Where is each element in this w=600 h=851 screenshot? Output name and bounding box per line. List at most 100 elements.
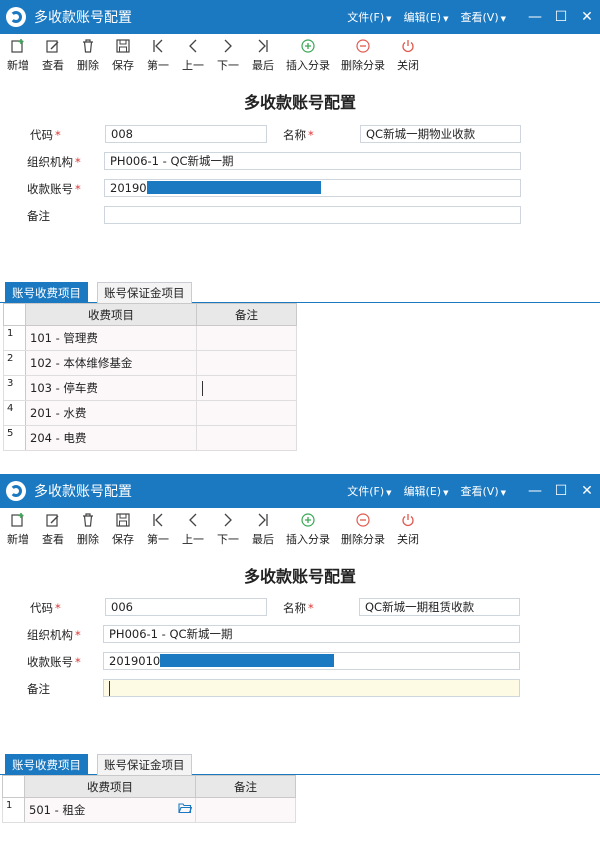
prev-button[interactable]: 上一 (181, 38, 205, 73)
fee-item-cell[interactable]: 101 - 管理费 (25, 325, 197, 351)
view-button[interactable]: 查看 (41, 512, 65, 547)
note-header: 备注 (196, 303, 297, 326)
prev-icon (185, 38, 201, 54)
account-label: 收款账号 * (27, 181, 81, 197)
name-input[interactable]: QC新城一期物业收款 (360, 125, 521, 143)
table-row[interactable]: 4 201 - 水费 (3, 400, 297, 426)
first-button[interactable]: 第一 (146, 38, 170, 73)
delete-entry-button[interactable]: 删除分录 (341, 512, 385, 547)
tab-account-deposit-items[interactable]: 账号保证金项目 (97, 282, 192, 303)
fee-item-cell[interactable]: 103 - 停车费 (25, 375, 197, 401)
insert-entry-label: 插入分录 (286, 533, 330, 546)
new-icon (10, 512, 26, 528)
trash-icon (80, 512, 96, 528)
row-number: 1 (2, 797, 25, 823)
table-row[interactable]: 3 103 - 停车费 (3, 375, 297, 401)
next-button[interactable]: 下一 (216, 38, 240, 73)
table-row[interactable]: 2 102 - 本体维修基金 (3, 350, 297, 376)
minimize-icon[interactable]: — (528, 483, 542, 499)
org-label-text: 组织机构 (27, 628, 73, 642)
maximize-icon[interactable]: ☐ (554, 483, 568, 499)
new-icon (10, 38, 26, 54)
remark-input[interactable] (104, 206, 521, 224)
caret-down-icon: ▼ (500, 15, 506, 23)
minimize-icon[interactable]: — (528, 9, 542, 25)
view-label: 查看 (42, 59, 64, 72)
note-cell[interactable] (196, 350, 297, 376)
toolbar: 新增 查看 删除 保存 第一 上一 下一 最后 插入分录 删除分录 关闭 (0, 508, 600, 548)
menu-edit-label: 编辑(E) (403, 485, 442, 498)
table-row[interactable]: 1 501 - 租金 (2, 797, 296, 823)
menu-edit[interactable]: 编辑(E) ▼ (404, 9, 449, 25)
trash-icon (80, 38, 96, 54)
title-bar: 多收款账号配置 文件(F) ▼ 编辑(E) ▼ 查看(V) ▼ — ☐ ✕ (0, 474, 600, 508)
save-button[interactable]: 保存 (111, 38, 135, 73)
org-input[interactable]: PH006-1 - QC新城一期 (103, 625, 520, 643)
note-cell[interactable] (195, 797, 296, 823)
save-button[interactable]: 保存 (111, 512, 135, 547)
prev-button[interactable]: 上一 (181, 512, 205, 547)
tab-account-deposit-items[interactable]: 账号保证金项目 (97, 754, 192, 775)
account-value: 20190 (110, 181, 147, 195)
org-label: 组织机构 * (27, 627, 81, 643)
remark-label: 备注 (27, 209, 50, 223)
view-button[interactable]: 查看 (41, 38, 65, 73)
account-input[interactable]: 2019010 (103, 652, 520, 670)
folder-icon[interactable] (178, 802, 193, 817)
power-icon (400, 38, 416, 54)
code-input[interactable]: 008 (105, 125, 267, 143)
note-cell[interactable] (196, 375, 297, 401)
fee-item-cell[interactable]: 201 - 水费 (25, 400, 197, 426)
table-row[interactable]: 1 101 - 管理费 (3, 325, 297, 351)
org-label: 组织机构 * (27, 154, 81, 170)
next-button[interactable]: 下一 (216, 512, 240, 547)
menu-view[interactable]: 查看(V) ▼ (461, 483, 507, 499)
new-label: 新增 (7, 59, 29, 72)
next-icon (220, 38, 236, 54)
delete-entry-button[interactable]: 删除分录 (341, 38, 385, 73)
power-icon (400, 512, 416, 528)
fee-item-cell[interactable]: 204 - 电费 (25, 425, 197, 451)
insert-entry-button[interactable]: 插入分录 (286, 38, 330, 73)
insert-entry-button[interactable]: 插入分录 (286, 512, 330, 547)
account-label: 收款账号 * (27, 654, 81, 670)
menu-file[interactable]: 文件(F) ▼ (347, 483, 391, 499)
window-title: 多收款账号配置 (34, 484, 132, 500)
delete-button[interactable]: 删除 (76, 512, 100, 547)
required-mark: * (55, 601, 61, 615)
note-cell[interactable] (196, 400, 297, 426)
view-label: 查看 (42, 533, 64, 546)
maximize-icon[interactable]: ☐ (554, 9, 568, 25)
first-label: 第一 (147, 533, 169, 546)
org-input[interactable]: PH006-1 - QC新城一期 (104, 152, 521, 170)
delete-button[interactable]: 删除 (76, 38, 100, 73)
last-button[interactable]: 最后 (251, 512, 275, 547)
close-button[interactable]: 关闭 (396, 512, 420, 547)
menu-view[interactable]: 查看(V) ▼ (461, 9, 507, 25)
note-cell[interactable] (196, 325, 297, 351)
close-button[interactable]: 关闭 (396, 38, 420, 73)
fee-item-cell[interactable]: 501 - 租金 (24, 797, 196, 823)
tab-account-fee-items[interactable]: 账号收费项目 (5, 282, 88, 303)
first-button[interactable]: 第一 (146, 512, 170, 547)
name-input[interactable]: QC新城一期租赁收款 (359, 598, 520, 616)
code-input[interactable]: 006 (105, 598, 267, 616)
remark-input[interactable] (103, 679, 520, 697)
menu-edit[interactable]: 编辑(E) ▼ (404, 483, 449, 499)
new-button[interactable]: 新增 (6, 38, 30, 73)
close-icon[interactable]: ✕ (580, 9, 594, 25)
tab-account-fee-items[interactable]: 账号收费项目 (5, 754, 88, 775)
window-2: 多收款账号配置 文件(F) ▼ 编辑(E) ▼ 查看(V) ▼ — ☐ ✕ 新增 查看… (0, 474, 600, 851)
row-number: 4 (3, 400, 26, 426)
menu-file-label: 文件(F) (347, 11, 385, 24)
close-icon[interactable]: ✕ (580, 483, 594, 499)
account-input[interactable]: 20190 (104, 179, 521, 197)
last-button[interactable]: 最后 (251, 38, 275, 73)
note-cell[interactable] (196, 425, 297, 451)
table-row[interactable]: 5 204 - 电费 (3, 425, 297, 451)
menu-file[interactable]: 文件(F) ▼ (347, 9, 391, 25)
fee-item-cell[interactable]: 102 - 本体维修基金 (25, 350, 197, 376)
first-icon (150, 512, 166, 528)
account-value: 2019010 (109, 654, 161, 668)
new-button[interactable]: 新增 (6, 512, 30, 547)
